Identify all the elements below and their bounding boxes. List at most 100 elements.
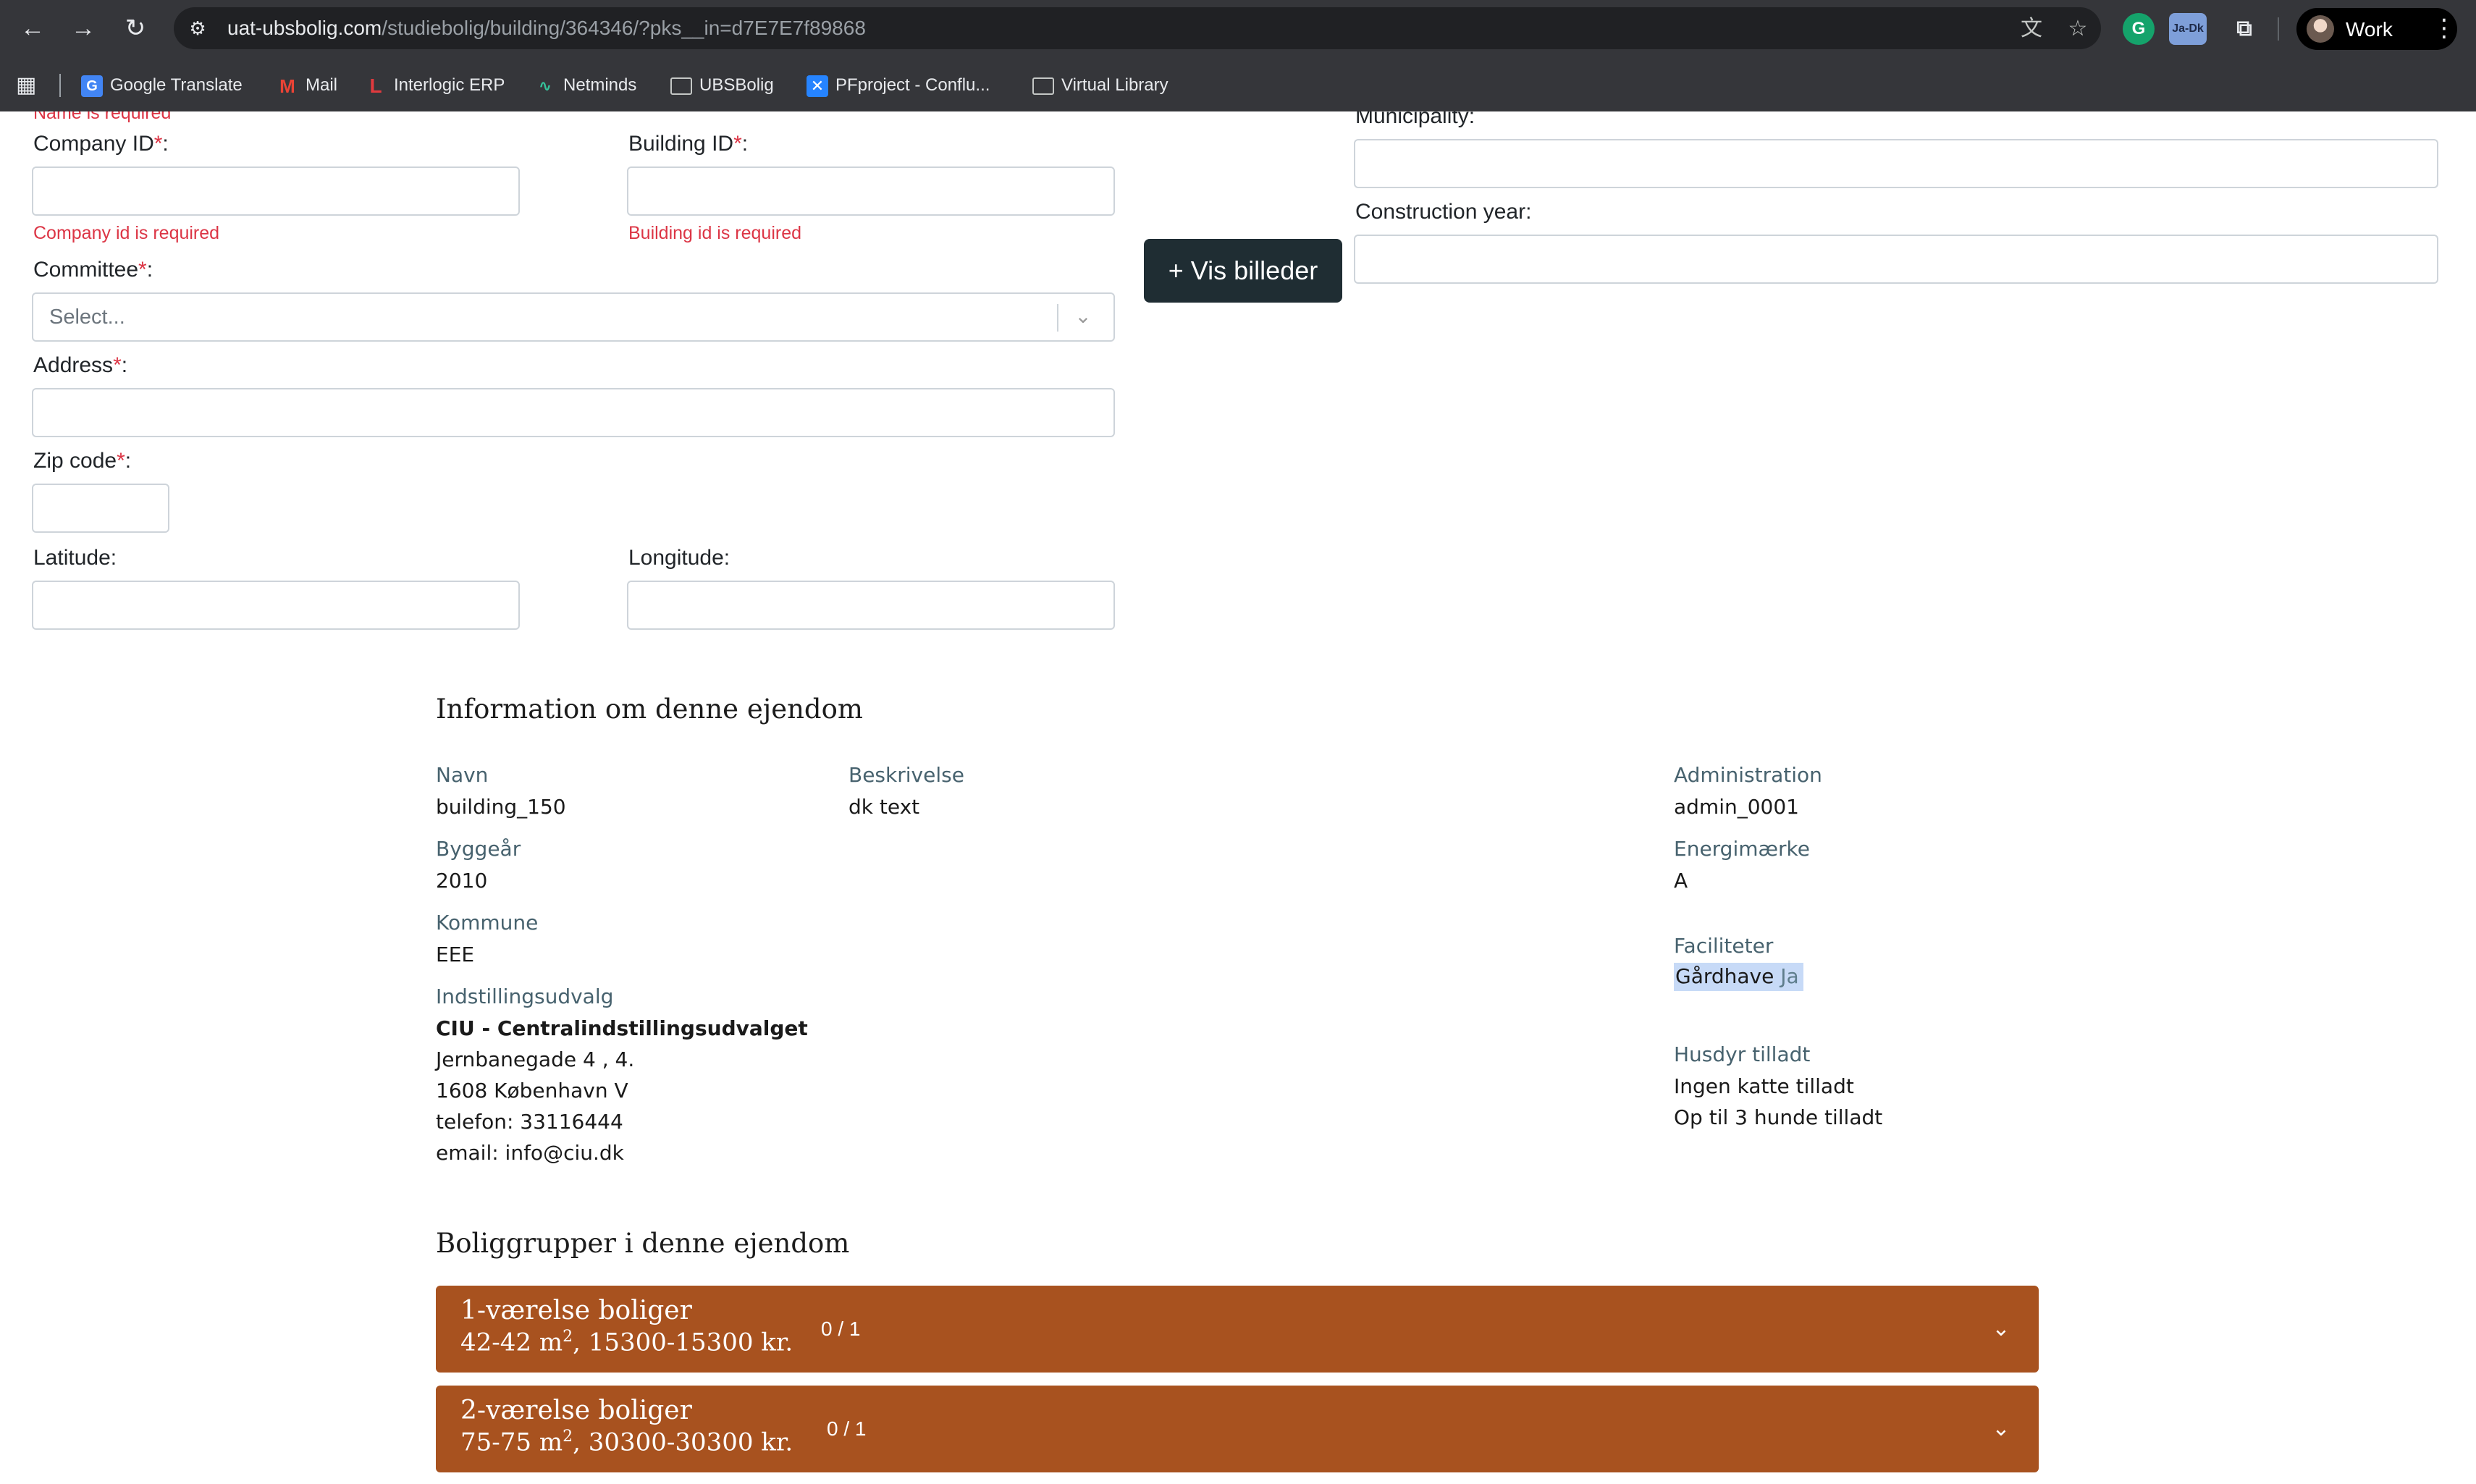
husdyr-label: Husdyr tilladt — [1674, 1042, 1811, 1066]
apps-grid-icon[interactable]: ▦ — [16, 74, 39, 97]
faciliteter-value: Gårdhave Ja — [1674, 963, 1803, 991]
company-id-input[interactable] — [32, 166, 520, 216]
chevron-down-icon[interactable]: ⌄ — [1985, 1313, 2017, 1345]
building-id-label: Building ID*: — [628, 132, 748, 156]
navn-label: Navn — [436, 763, 489, 787]
husdyr-line: Ingen katte tilladt — [1674, 1074, 1854, 1098]
company-id-label: Company ID*: — [33, 132, 169, 156]
folder-icon — [670, 77, 692, 95]
label-colon: : — [125, 449, 132, 473]
chevron-down-icon[interactable]: ⌄ — [1070, 303, 1096, 329]
folder-icon — [1032, 77, 1054, 95]
bookmark-mail[interactable]: M Mail — [277, 71, 337, 100]
housing-group-2-room[interactable]: 2-værelse boliger 75-75 m2, 30300-30300 … — [436, 1386, 2039, 1472]
back-button[interactable]: ← — [16, 12, 49, 45]
extensions-puzzle-icon[interactable]: ⧉ — [2228, 13, 2260, 45]
kommune-value: EEE — [436, 943, 475, 966]
committee-placeholder: Select... — [49, 305, 125, 329]
bookmarks-bar: ▦ G Google Translate M Mail L Interlogic ER… — [0, 65, 2476, 106]
url-text[interactable]: uat-ubsbolig.com/studiebolig/building/36… — [227, 17, 866, 40]
interlogic-icon: L — [369, 74, 382, 97]
browser-menu-icon[interactable]: ⋮ — [2430, 12, 2459, 45]
group-title: 1-værelse boliger — [460, 1296, 692, 1325]
site-info-icon[interactable]: ⚙ — [185, 16, 210, 41]
group-count: 0 / 1 — [827, 1417, 867, 1440]
browser-toolbar: ← → ↻ ⚙ uat-ubsbolig.com/studiebolig/bui… — [0, 0, 2476, 57]
label-colon: : — [146, 258, 153, 282]
committee-select[interactable]: Select... ⌄ — [32, 292, 1115, 342]
group-area: 42-42 m — [460, 1328, 563, 1357]
beskrivelse-value: dk text — [849, 795, 920, 819]
bookmark-netminds[interactable]: ∿ Netminds — [534, 71, 637, 100]
bookmark-folder-ubsbolig[interactable]: UBSBolig — [670, 71, 774, 100]
facility-name: Gårdhave — [1675, 964, 1774, 988]
committee-label: Committee*: — [33, 258, 153, 282]
grammarly-icon[interactable]: G — [2123, 13, 2155, 45]
building-id-label-text: Building ID — [628, 132, 734, 156]
bookmark-google-translate[interactable]: G Google Translate — [81, 71, 243, 100]
construction-year-label: Construction year: — [1355, 200, 1532, 224]
committee-name: CIU - Centralindstillingsudvalget — [436, 1016, 808, 1040]
energimaerke-label: Energimærke — [1674, 837, 1810, 861]
bookmark-label: Interlogic ERP — [394, 75, 505, 95]
bookmark-star-icon[interactable]: ☆ — [2063, 14, 2092, 43]
required-mark: * — [117, 449, 125, 473]
chevron-down-icon[interactable]: ⌄ — [1985, 1413, 2017, 1445]
label-colon: : — [121, 353, 128, 377]
address-bar[interactable]: ⚙ uat-ubsbolig.com/studiebolig/building/… — [174, 7, 2101, 49]
google-translate-icon: G — [81, 75, 103, 97]
beskrivelse-label: Beskrivelse — [849, 763, 964, 787]
forward-button[interactable]: → — [67, 12, 100, 45]
reload-button[interactable]: ↻ — [119, 12, 152, 45]
bookmark-label: Netminds — [563, 75, 637, 95]
required-mark: * — [153, 132, 163, 156]
zip-code-label: Zip code*: — [33, 449, 131, 473]
husdyr-line: Op til 3 hunde tilladt — [1674, 1105, 1883, 1129]
netminds-icon: ∿ — [538, 76, 552, 95]
indstillingsudvalg-label: Indstillingsudvalg — [436, 985, 614, 1008]
latitude-input[interactable] — [32, 581, 520, 630]
committee-phone: telefon: 33116444 — [436, 1110, 623, 1134]
browser-chrome: ← → ↻ ⚙ uat-ubsbolig.com/studiebolig/bui… — [0, 0, 2476, 111]
confluence-icon: ✕ — [807, 75, 828, 97]
address-label-text: Address — [33, 353, 114, 377]
address-label: Address*: — [33, 353, 127, 378]
committee-city: 1608 København V — [436, 1079, 628, 1103]
committee-label-text: Committee — [33, 258, 139, 282]
label-colon: : — [741, 132, 749, 156]
required-mark: * — [138, 258, 147, 282]
longitude-label: Longitude: — [628, 546, 730, 570]
name-error: Name is required — [33, 111, 172, 123]
url-host: uat-ubsbolig.com — [227, 17, 382, 39]
group-price: , 30300-30300 kr. — [573, 1428, 793, 1457]
extension-badge-icon[interactable]: Ja-Dk — [2169, 13, 2207, 45]
extension-badge-label: Ja-Dk — [2172, 22, 2204, 35]
required-mark: * — [733, 132, 742, 156]
longitude-input[interactable] — [627, 581, 1115, 630]
bookmark-pfproject[interactable]: ✕ PFproject - Conflu... — [807, 71, 990, 100]
building-id-input[interactable] — [627, 166, 1115, 216]
group-subtitle: 42-42 m2, 15300-15300 kr. — [460, 1328, 793, 1357]
info-section-title: Information om denne ejendom — [436, 693, 863, 725]
construction-year-input[interactable] — [1354, 235, 2438, 284]
zip-code-input[interactable] — [32, 484, 169, 533]
committee-street: Jernbanegade 4 , 4. — [436, 1047, 635, 1071]
group-price: , 15300-15300 kr. — [573, 1328, 793, 1357]
byggeaar-value: 2010 — [436, 869, 488, 893]
page-content: Name is required Company ID*: Company id… — [0, 111, 2476, 1484]
required-mark: * — [113, 353, 122, 377]
company-id-error: Company id is required — [33, 223, 220, 243]
municipality-input[interactable] — [1354, 139, 2438, 188]
group-subtitle: 75-75 m2, 30300-30300 kr. — [460, 1428, 793, 1456]
address-input[interactable] — [32, 388, 1115, 437]
vis-billeder-button[interactable]: + Vis billeder — [1144, 239, 1342, 303]
zip-code-label-text: Zip code — [33, 449, 117, 473]
bookmark-label: UBSBolig — [699, 75, 774, 95]
bookmark-interlogic-erp[interactable]: L Interlogic ERP — [365, 71, 505, 100]
groups-section-title: Boliggrupper i denne ejendom — [436, 1228, 850, 1259]
area-superscript: 2 — [563, 1428, 573, 1446]
translate-page-icon[interactable]: 文 — [2017, 14, 2046, 43]
bookmark-folder-virtual-library[interactable]: Virtual Library — [1032, 71, 1168, 100]
housing-group-1-room[interactable]: 1-værelse boliger 42-42 m2, 15300-15300 … — [436, 1286, 2039, 1373]
area-superscript: 2 — [563, 1328, 573, 1346]
